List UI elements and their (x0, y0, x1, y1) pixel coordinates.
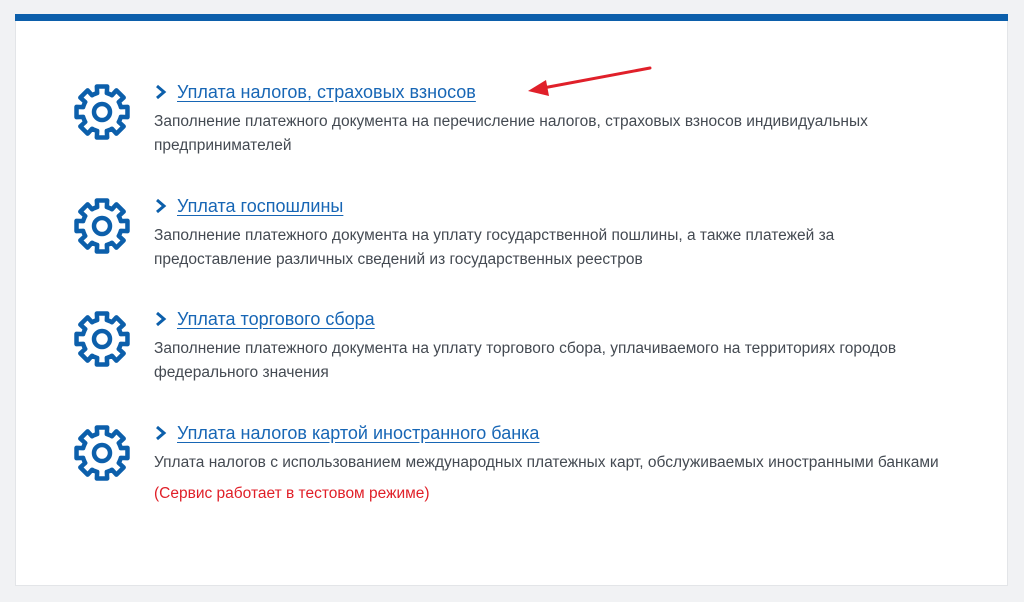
test-mode-note: (Сервис работает в тестовом режиме) (154, 485, 430, 502)
service-title-row: Уплата торгового сбора (154, 305, 944, 333)
service-title-row: Уплата налогов картой иностранного банка (154, 419, 944, 447)
service-link-trade-fee[interactable]: Уплата торгового сбора (177, 309, 375, 330)
gear-icon (72, 82, 132, 142)
service-description: Уплата налогов с использованием междунар… (154, 454, 939, 471)
service-description: Заполнение платежного документа на уплат… (154, 340, 897, 381)
service-link-taxes[interactable]: Уплата налогов, страховых взносов (177, 82, 476, 103)
card-accent-bar (15, 14, 1008, 21)
service-title-row: Уплата госпошлины (154, 192, 944, 220)
service-description: Заполнение платежного документа на переч… (154, 113, 868, 154)
service-item-state-duty: Уплата госпошлины Заполнение платежного … (72, 192, 952, 292)
service-item-foreign-card: Уплата налогов картой иностранного банка… (72, 419, 952, 549)
services-card: Уплата налогов, страховых взносов Заполн… (15, 14, 1008, 586)
gear-icon (72, 423, 132, 483)
chevron-right-icon (154, 311, 168, 327)
service-link-foreign-card[interactable]: Уплата налогов картой иностранного банка (177, 423, 539, 444)
chevron-right-icon (154, 425, 168, 441)
service-text: Уплата госпошлины Заполнение платежного … (154, 192, 944, 272)
service-title-row: Уплата налогов, страховых взносов (154, 78, 944, 106)
service-link-state-duty[interactable]: Уплата госпошлины (177, 196, 343, 217)
service-item-trade-fee: Уплата торгового сбора Заполнение платеж… (72, 305, 952, 405)
service-text: Уплата налогов картой иностранного банка… (154, 419, 944, 504)
gear-icon (72, 309, 132, 369)
service-description: Заполнение платежного документа на уплат… (154, 227, 835, 268)
chevron-right-icon (154, 198, 168, 214)
chevron-right-icon (154, 84, 168, 100)
service-text: Уплата торгового сбора Заполнение платеж… (154, 305, 944, 385)
service-text: Уплата налогов, страховых взносов Заполн… (154, 78, 944, 158)
service-item-taxes: Уплата налогов, страховых взносов Заполн… (72, 78, 952, 178)
gear-icon (72, 196, 132, 256)
